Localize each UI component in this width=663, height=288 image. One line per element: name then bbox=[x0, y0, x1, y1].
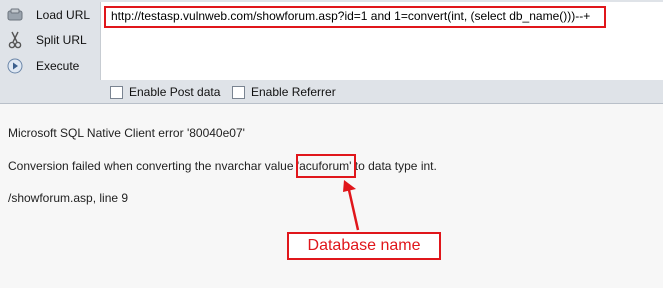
error-message-suffix: to data type int. bbox=[351, 159, 437, 173]
enable-post-data-option[interactable]: Enable Post data bbox=[110, 85, 220, 99]
split-url-label: Split URL bbox=[36, 33, 87, 47]
error-message: Conversion failed when converting the nv… bbox=[8, 154, 437, 178]
enable-post-data-label: Enable Post data bbox=[129, 85, 221, 99]
database-name-highlight-box bbox=[296, 154, 357, 178]
url-textarea[interactable]: http://testasp.vulnweb.com/showforum.asp… bbox=[100, 2, 663, 80]
options-row: Enable Post data Enable Referrer bbox=[0, 80, 663, 103]
annotation-label: Database name bbox=[307, 237, 421, 254]
hackbar-toolbar: Load URL Split URL Execute http://testas… bbox=[0, 0, 663, 104]
error-location: /showforum.asp, line 9 bbox=[8, 191, 129, 205]
enable-referrer-checkbox[interactable] bbox=[232, 85, 245, 99]
play-icon bbox=[4, 57, 26, 75]
error-title: Microsoft SQL Native Client error '80040… bbox=[8, 126, 245, 140]
load-url-icon bbox=[4, 6, 26, 24]
url-text: http://testasp.vulnweb.com/showforum.asp… bbox=[111, 9, 591, 23]
enable-post-data-checkbox[interactable] bbox=[110, 85, 123, 99]
database-name-value: acuforum' bbox=[296, 154, 357, 178]
scissors-icon bbox=[4, 31, 26, 49]
execute-button[interactable]: Execute bbox=[0, 54, 100, 78]
toolbar-buttons: Load URL Split URL Execute bbox=[0, 0, 100, 80]
enable-referrer-option[interactable]: Enable Referrer bbox=[232, 85, 336, 99]
execute-label: Execute bbox=[36, 59, 80, 73]
error-message-prefix: Conversion failed when converting the nv… bbox=[8, 159, 300, 173]
database-name-annotation: Database name bbox=[287, 232, 441, 260]
enable-referrer-label: Enable Referrer bbox=[251, 85, 336, 99]
load-url-label: Load URL bbox=[36, 8, 91, 22]
split-url-button[interactable]: Split URL bbox=[0, 28, 100, 52]
page-content: Microsoft SQL Native Client error '80040… bbox=[0, 104, 663, 288]
load-url-button[interactable]: Load URL bbox=[0, 3, 100, 27]
